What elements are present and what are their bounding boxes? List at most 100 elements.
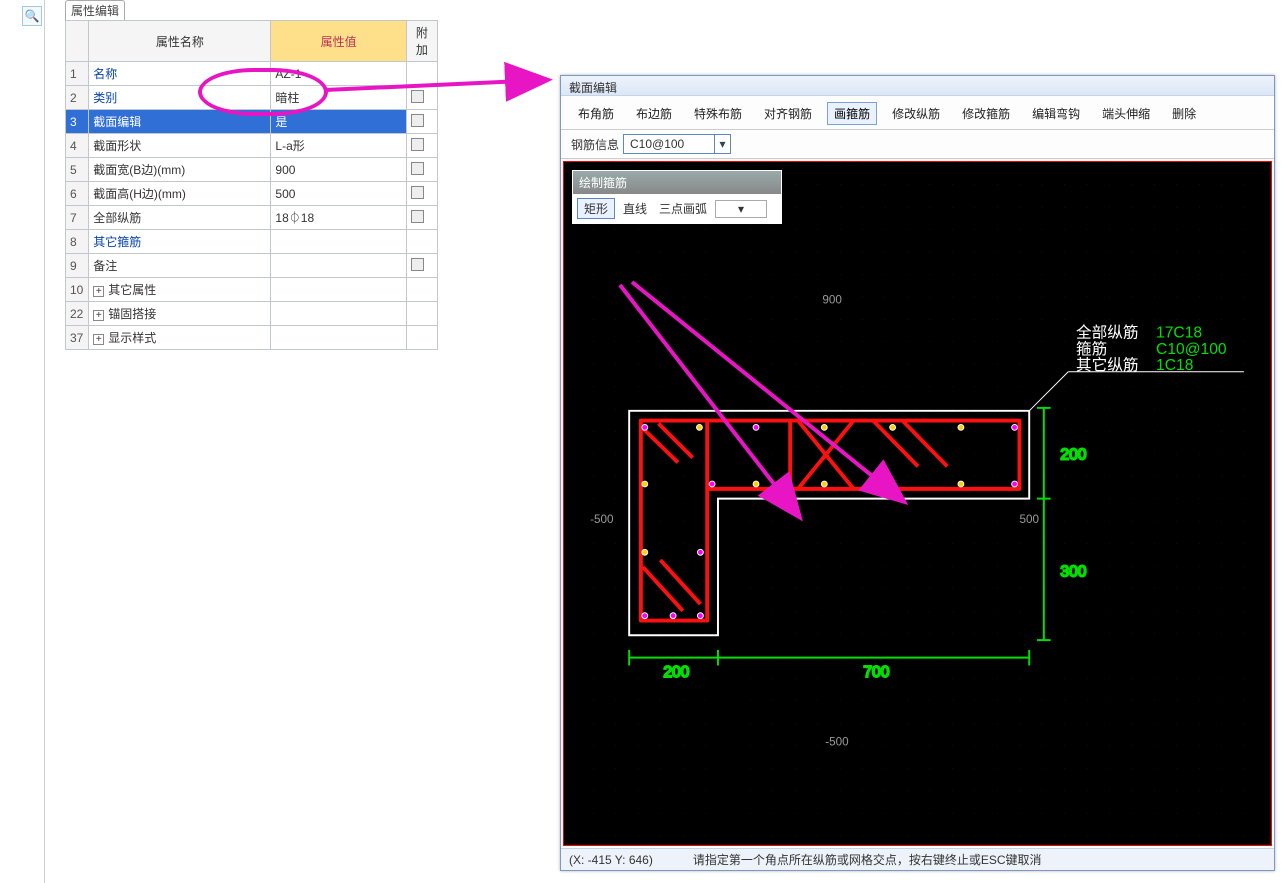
status-hint: 请指定第一个角点所在纵筋或网格交点，按右键终止或ESC键取消 [693, 851, 1042, 868]
editor-window: 截面编辑 布角筋布边筋特殊布筋对齐钢筋画箍筋修改纵筋修改箍筋编辑弯钩端头伸缩删除… [560, 75, 1275, 871]
table-row[interactable]: 2类别暗柱 [66, 86, 438, 110]
extra-checkbox[interactable] [411, 138, 424, 151]
toolbar-item-编辑弯钩[interactable]: 编辑弯钩 [1025, 102, 1087, 125]
status-coord: (X: -415 Y: 646) [569, 853, 653, 867]
svg-text:500: 500 [1019, 513, 1039, 526]
editor-title: 截面编辑 [561, 76, 1274, 96]
toolbar-item-端头伸缩[interactable]: 端头伸缩 [1095, 102, 1157, 125]
palette-body: 矩形直线三点画弧 ▾ [573, 194, 781, 223]
search-icon: 🔍 [25, 9, 40, 23]
legend-other-label: 其它纵筋 [1076, 356, 1138, 374]
table-row[interactable]: 37+显示样式 [66, 326, 438, 350]
property-tab[interactable]: 属性编辑 [65, 0, 125, 20]
row-number: 3 [66, 110, 89, 134]
palette-select[interactable]: ▾ [715, 200, 767, 218]
canvas-area[interactable]: 绘制箍筋 矩形直线三点画弧▾ 900 -500 500 -500 [563, 161, 1272, 846]
row-value[interactable]: AZ-1 [271, 62, 406, 86]
row-value[interactable] [271, 278, 406, 302]
extra-checkbox[interactable] [411, 210, 424, 223]
expand-icon[interactable]: + [93, 334, 104, 345]
extra-checkbox[interactable] [411, 114, 424, 127]
toolbar-item-特殊布筋[interactable]: 特殊布筋 [687, 102, 749, 125]
row-value[interactable]: 是 [271, 110, 406, 134]
row-value[interactable] [271, 302, 406, 326]
svg-text:900: 900 [822, 293, 842, 306]
row-value[interactable] [271, 230, 406, 254]
search-button[interactable]: 🔍 [22, 6, 42, 26]
row-number: 37 [66, 326, 89, 350]
table-row[interactable]: 6截面高(H边)(mm)500 [66, 182, 438, 206]
row-number: 22 [66, 302, 89, 326]
row-extra [406, 182, 437, 206]
row-number: 2 [66, 86, 89, 110]
toolbar-item-删除[interactable]: 删除 [1165, 102, 1203, 125]
chevron-down-icon: ▾ [738, 202, 744, 216]
toolbar-item-修改箍筋[interactable]: 修改箍筋 [955, 102, 1017, 125]
row-extra [406, 158, 437, 182]
table-row[interactable]: 3截面编辑是 [66, 110, 438, 134]
row-number: 8 [66, 230, 89, 254]
palette-item-三点画弧[interactable]: 三点画弧 [655, 199, 711, 218]
row-extra [406, 110, 437, 134]
row-number: 7 [66, 206, 89, 230]
palette-item-矩形[interactable]: 矩形 [577, 198, 615, 219]
extra-checkbox[interactable] [411, 162, 424, 175]
dim-200b: 200 [663, 664, 689, 681]
row-value[interactable]: 18⏀18 [271, 206, 406, 230]
expand-icon[interactable]: + [93, 286, 104, 297]
row-value[interactable]: 900 [271, 158, 406, 182]
toolbar-item-修改纵筋[interactable]: 修改纵筋 [885, 102, 947, 125]
row-value[interactable] [271, 326, 406, 350]
row-name: 截面高(H边)(mm) [89, 182, 271, 206]
row-name: 截面编辑 [89, 110, 271, 134]
extra-checkbox[interactable] [411, 186, 424, 199]
svg-text:-500: -500 [590, 513, 614, 526]
reinforce-info-value: C10@100 [624, 137, 714, 151]
table-row[interactable]: 9备注 [66, 254, 438, 278]
grid-header-num [66, 21, 89, 62]
row-extra [406, 86, 437, 110]
extra-checkbox[interactable] [411, 258, 424, 271]
toolbar-item-布角筋[interactable]: 布角筋 [571, 102, 621, 125]
extra-checkbox[interactable] [411, 90, 424, 103]
row-name: 其它箍筋 [89, 230, 271, 254]
toolbar-item-画箍筋[interactable]: 画箍筋 [827, 102, 877, 125]
draw-stirrup-palette: 绘制箍筋 矩形直线三点画弧▾ [572, 170, 782, 224]
row-name: +其它属性 [89, 278, 271, 302]
grid-header-value: 属性值 [271, 21, 406, 62]
row-name: 全部纵筋 [89, 206, 271, 230]
dim-300: 300 [1060, 564, 1086, 581]
row-extra [406, 62, 437, 86]
left-strip: 🔍 [0, 0, 45, 883]
reinforce-info-combo[interactable]: C10@100 ▾ [623, 134, 731, 154]
property-grid-header: 属性名称 属性值 附加 [66, 21, 438, 62]
table-row[interactable]: 10+其它属性 [66, 278, 438, 302]
toolbar-item-布边筋[interactable]: 布边筋 [629, 102, 679, 125]
legend-stir-label: 箍筋 [1076, 340, 1107, 358]
row-value[interactable] [271, 254, 406, 278]
table-row[interactable]: 4截面形状L-a形 [66, 134, 438, 158]
row-value[interactable]: 500 [271, 182, 406, 206]
palette-item-直线[interactable]: 直线 [619, 199, 651, 218]
legend-stir-value: C10@100 [1156, 341, 1227, 358]
expand-icon[interactable]: + [93, 310, 104, 321]
table-row[interactable]: 8其它箍筋 [66, 230, 438, 254]
legend-all-value: 17C18 [1156, 325, 1202, 342]
table-row[interactable]: 7全部纵筋18⏀18 [66, 206, 438, 230]
chevron-down-icon: ▾ [714, 135, 730, 153]
table-row[interactable]: 5截面宽(B边)(mm)900 [66, 158, 438, 182]
row-number: 5 [66, 158, 89, 182]
dim-200: 200 [1060, 447, 1086, 464]
grid-header-name: 属性名称 [89, 21, 271, 62]
table-row[interactable]: 1名称AZ-1 [66, 62, 438, 86]
row-extra [406, 206, 437, 230]
row-value[interactable]: 暗柱 [271, 86, 406, 110]
row-value[interactable]: L-a形 [271, 134, 406, 158]
row-extra [406, 326, 437, 350]
property-tab-label: 属性编辑 [71, 2, 119, 19]
table-row[interactable]: 22+锚固搭接 [66, 302, 438, 326]
row-name: 备注 [89, 254, 271, 278]
status-bar: (X: -415 Y: 646) 请指定第一个角点所在纵筋或网格交点，按右键终止… [561, 848, 1274, 870]
legend-other-value: 1C18 [1156, 357, 1193, 374]
toolbar-item-对齐钢筋[interactable]: 对齐钢筋 [757, 102, 819, 125]
